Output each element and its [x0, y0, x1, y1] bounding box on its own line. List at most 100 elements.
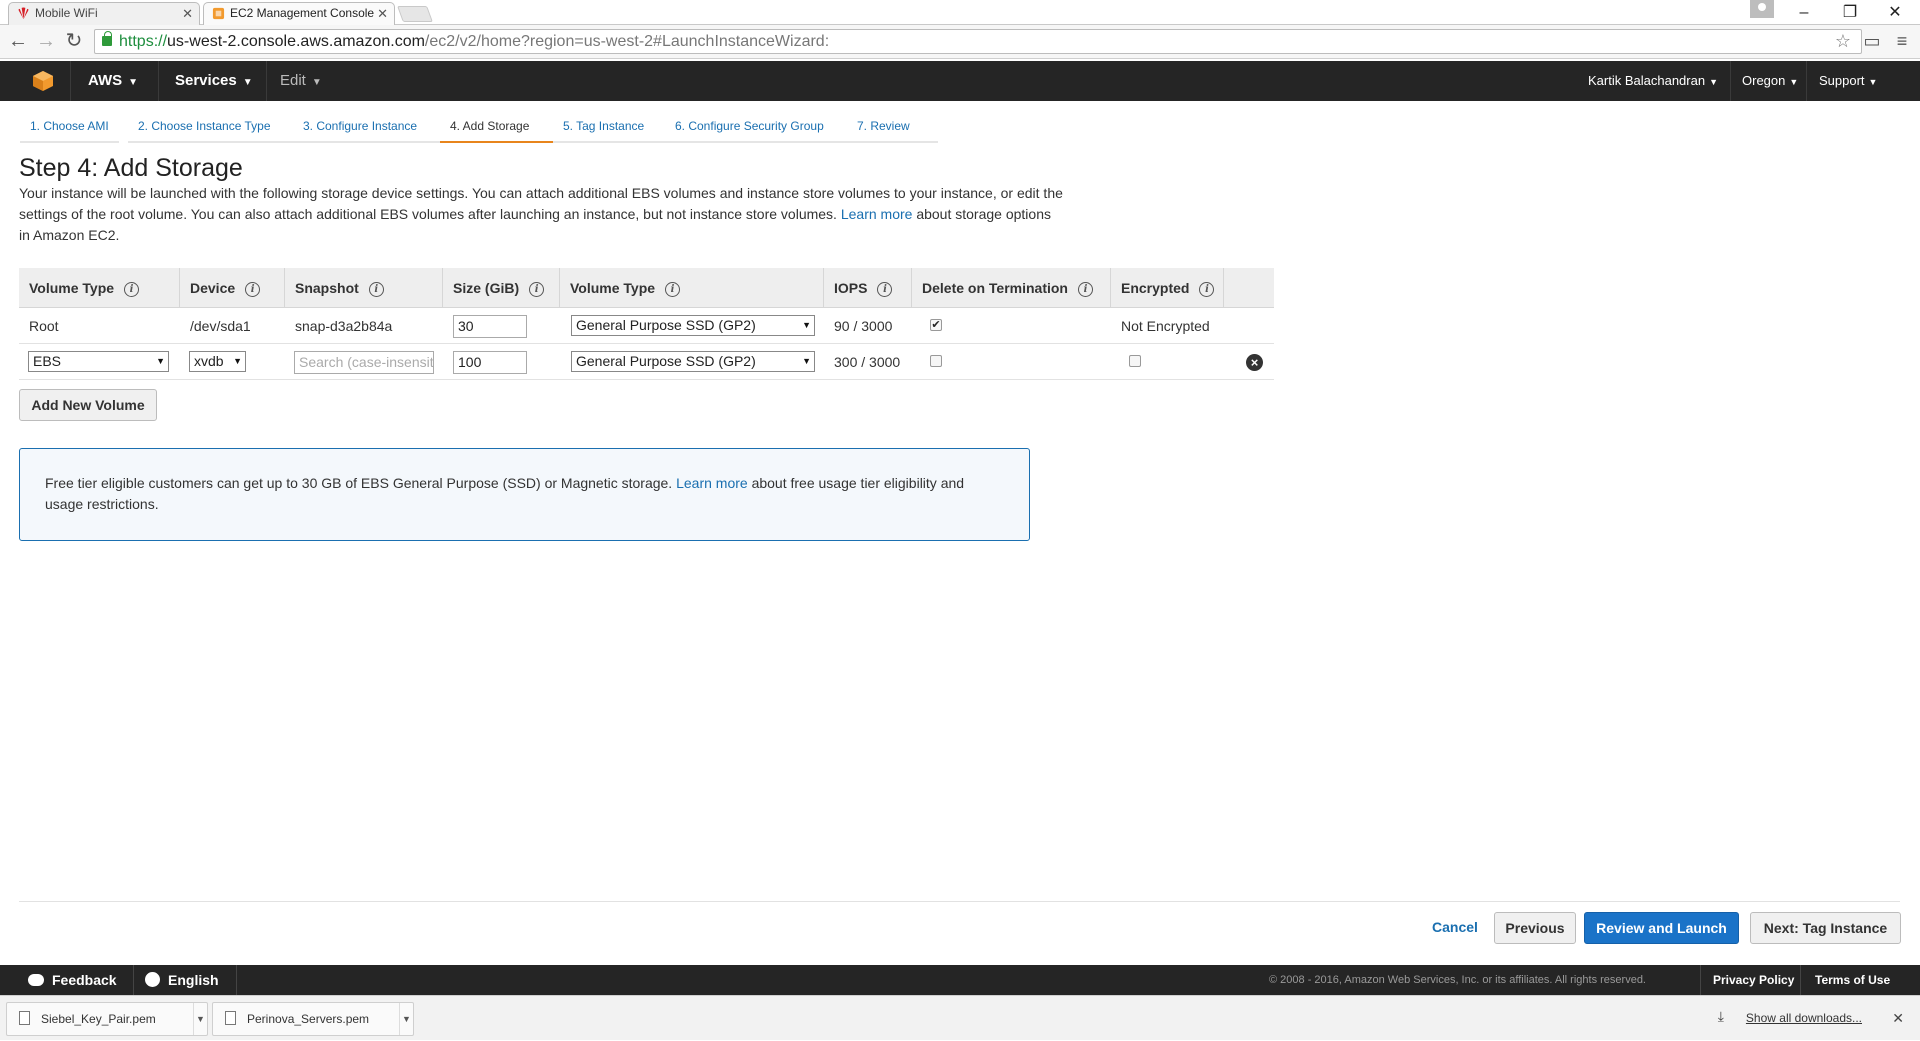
size-input[interactable]: 30: [453, 315, 527, 338]
add-new-volume-button[interactable]: Add New Volume: [19, 389, 157, 421]
chevron-down-icon: ▼: [1868, 77, 1878, 87]
info-icon[interactable]: i: [529, 281, 545, 297]
divider: [1730, 61, 1731, 101]
minimize-icon[interactable]: –: [1784, 0, 1824, 25]
review-and-launch-button[interactable]: Review and Launch: [1584, 912, 1739, 944]
table-header: Volume Type i Device i Snapshot i Size (GiB…: [19, 268, 1274, 308]
profile-icon[interactable]: [1750, 0, 1774, 18]
browser-tab-strip: Mobile WiFi ✕ EC2 Management Console ✕ –…: [0, 0, 1920, 25]
support-menu-label: Support: [1819, 73, 1865, 88]
step-configure-instance[interactable]: 3. Configure Instance: [293, 114, 455, 143]
step-review[interactable]: 7. Review: [847, 114, 938, 143]
download-item[interactable]: Perinova_Servers.pem ▼: [212, 1002, 414, 1036]
divider: [19, 901, 1900, 902]
cell-encrypted: Not Encrypted: [1121, 318, 1210, 334]
divider: [1700, 965, 1701, 995]
info-icon[interactable]: i: [1199, 281, 1215, 297]
info-icon[interactable]: i: [245, 281, 261, 297]
window-close-icon[interactable]: ✕: [1875, 0, 1915, 25]
file-icon: [225, 1011, 236, 1025]
delete-on-termination-checkbox[interactable]: ✔: [930, 319, 942, 331]
info-icon[interactable]: i: [1077, 281, 1093, 297]
info-icon[interactable]: i: [368, 281, 384, 297]
back-icon[interactable]: ←: [6, 29, 30, 53]
tab-title: EC2 Management Console: [230, 6, 375, 20]
copyright: © 2008 - 2016, Amazon Web Services, Inc.…: [1269, 974, 1646, 986]
browser-tab-mobile-wifi[interactable]: Mobile WiFi ✕: [8, 2, 200, 25]
speech-bubble-icon: [28, 974, 44, 986]
services-menu[interactable]: Services ▼: [175, 61, 253, 101]
region-menu[interactable]: Oregon ▼: [1742, 61, 1798, 101]
step-configure-security-group[interactable]: 6. Configure Security Group: [665, 114, 858, 143]
divider: [1806, 61, 1807, 101]
previous-button[interactable]: Previous: [1494, 912, 1576, 944]
col-label: Size (GiB): [453, 280, 520, 296]
close-icon[interactable]: ✕: [1892, 996, 1904, 1041]
delete-on-termination-checkbox[interactable]: [930, 355, 942, 367]
select-value: General Purpose SSD (GP2): [576, 317, 756, 333]
file-icon: [19, 1011, 30, 1025]
support-menu[interactable]: Support ▼: [1819, 61, 1877, 101]
show-all-downloads-link[interactable]: Show all downloads...: [1746, 996, 1862, 1041]
size-input[interactable]: 100: [453, 351, 527, 374]
step-tag-instance[interactable]: 5. Tag Instance: [553, 114, 675, 143]
col-volume-type: Volume Type i: [19, 268, 180, 308]
bookmark-star-icon[interactable]: ☆: [1835, 30, 1851, 53]
privacy-policy-link[interactable]: Privacy Policy: [1713, 965, 1794, 995]
address-bar[interactable]: https://us-west-2.console.aws.amazon.com…: [94, 29, 1862, 54]
reload-icon[interactable]: ↻: [62, 29, 86, 53]
volume-type-select[interactable]: General Purpose SSD (GP2) ▼: [571, 351, 815, 372]
dropdown-arrow-icon: ▼: [156, 356, 165, 366]
aws-cube-icon[interactable]: [32, 70, 54, 92]
restore-icon[interactable]: ❐: [1830, 0, 1870, 25]
terms-of-use-link[interactable]: Terms of Use: [1815, 965, 1890, 995]
dropdown-arrow-icon: ▼: [802, 320, 811, 330]
close-icon[interactable]: ✕: [377, 3, 388, 24]
new-tab-button[interactable]: [397, 6, 433, 22]
feedback-button[interactable]: Feedback: [28, 965, 117, 995]
select-value: EBS: [33, 353, 62, 369]
encrypted-checkbox[interactable]: [1129, 355, 1141, 367]
language-label: English: [168, 972, 219, 988]
download-icon: ⤓: [1717, 1008, 1724, 1024]
info-icon[interactable]: i: [124, 281, 140, 297]
chevron-down-icon[interactable]: ▼: [193, 1003, 207, 1035]
chevron-down-icon[interactable]: ▼: [399, 1003, 413, 1035]
divider: [133, 965, 134, 995]
cancel-button[interactable]: Cancel: [1422, 912, 1488, 944]
device-select[interactable]: xvdb ▼: [189, 351, 246, 372]
aws-menu[interactable]: AWS ▼: [88, 61, 138, 101]
volume-type-select[interactable]: EBS ▼: [28, 351, 169, 372]
language-button[interactable]: English: [145, 965, 219, 995]
info-icon[interactable]: i: [665, 281, 681, 297]
download-filename: Perinova_Servers.pem: [247, 1012, 370, 1026]
learn-more-link[interactable]: Learn more: [676, 475, 748, 491]
user-menu[interactable]: Kartik Balachandran ▼: [1588, 61, 1718, 101]
forward-icon[interactable]: →: [34, 29, 58, 53]
volume-type-select[interactable]: General Purpose SSD (GP2) ▼: [571, 315, 815, 336]
download-item[interactable]: Siebel_Key_Pair.pem ▼: [6, 1002, 208, 1036]
info-icon[interactable]: i: [877, 281, 893, 297]
edit-menu-label: Edit: [280, 72, 306, 89]
step-choose-ami[interactable]: 1. Choose AMI: [20, 114, 119, 143]
cell-snapshot: snap-d3a2b84a: [295, 318, 393, 334]
cast-icon[interactable]: ▭: [1860, 29, 1884, 53]
edit-menu[interactable]: Edit ▼: [280, 61, 322, 101]
download-filename: Siebel_Key_Pair.pem: [41, 1012, 156, 1026]
step-choose-instance-type[interactable]: 2. Choose Instance Type: [128, 114, 303, 143]
lock-icon: [102, 31, 112, 46]
page-intro: Your instance will be launched with the …: [19, 183, 1064, 246]
close-icon[interactable]: ✕: [182, 3, 193, 24]
col-label: Device: [190, 280, 236, 296]
browser-tab-ec2[interactable]: EC2 Management Console ✕: [203, 2, 395, 25]
snapshot-search-input[interactable]: Search (case-insensit: [294, 351, 434, 374]
menu-icon[interactable]: ≡: [1890, 29, 1914, 53]
next-tag-instance-button[interactable]: Next: Tag Instance: [1750, 912, 1901, 944]
learn-more-link[interactable]: Learn more: [841, 206, 913, 222]
remove-volume-icon[interactable]: ×: [1246, 354, 1263, 371]
cell-device: /dev/sda1: [190, 318, 251, 334]
url-scheme: https://: [119, 33, 168, 50]
aws-menu-label: AWS: [88, 72, 123, 89]
step-add-storage[interactable]: 4. Add Storage: [440, 114, 564, 143]
col-encrypted: Encrypted i: [1111, 268, 1224, 308]
